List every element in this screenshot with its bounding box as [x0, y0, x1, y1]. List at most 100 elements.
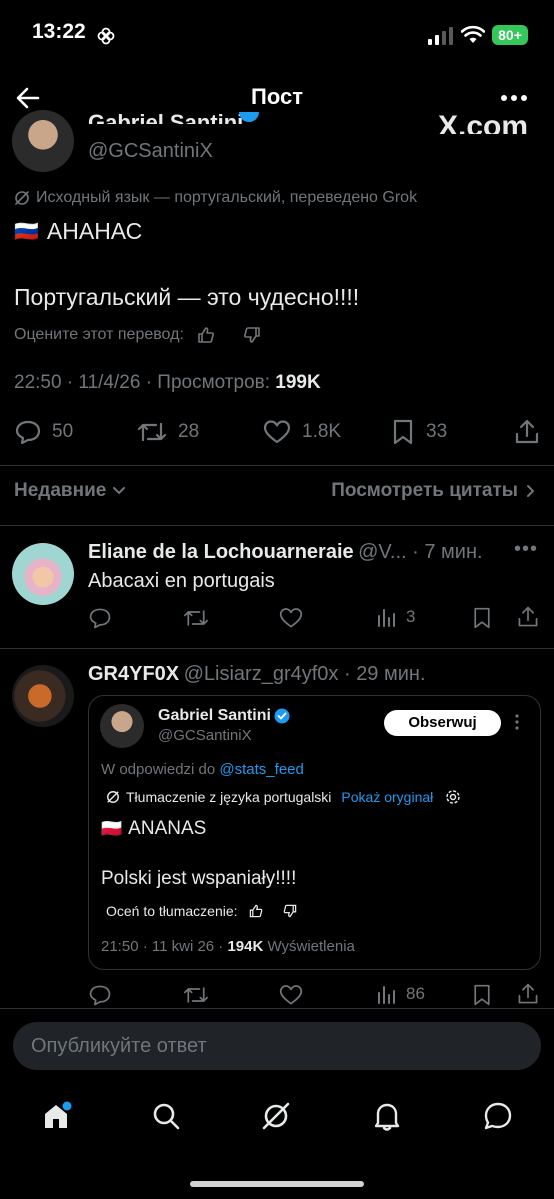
- reply2-bookmark-icon[interactable]: [471, 983, 493, 1007]
- divider: [0, 465, 554, 466]
- reply1-like-icon[interactable]: [278, 606, 304, 630]
- post-views: 199K: [275, 372, 321, 393]
- thumbs-up-icon[interactable]: [248, 903, 264, 919]
- reply1-meta: @V... · 7 мин.: [358, 541, 483, 563]
- bell-icon: [372, 1100, 402, 1132]
- quote-more-icon[interactable]: [515, 713, 519, 731]
- quote-rate-translation: Oceń to tłumaczenie:: [106, 903, 298, 919]
- grok-icon: [14, 190, 30, 206]
- quote-word: ANANAS: [128, 818, 207, 839]
- reply-icon: [14, 418, 42, 446]
- status-time: 13:22: [32, 20, 86, 43]
- sort-label: Недавние: [14, 480, 107, 501]
- bookmark-button[interactable]: 33: [390, 418, 447, 446]
- reply2-avatar[interactable]: [12, 665, 74, 727]
- like-button[interactable]: 1.8K: [262, 418, 341, 446]
- poland-flag: 🇵🇱: [101, 819, 123, 838]
- home-tab[interactable]: [36, 1096, 76, 1136]
- chevron-down-icon: [112, 486, 126, 496]
- thumbs-down-icon[interactable]: [282, 903, 298, 919]
- divider: [0, 648, 554, 649]
- quote-text-line1: 🇵🇱 ANANAS: [101, 818, 206, 840]
- quote-text-line2: Polski jest wspaniały!!!!: [101, 868, 297, 889]
- russia-flag: 🇷🇺: [14, 221, 39, 243]
- post-text-line2: Португальский — это чудесно!!!!: [14, 284, 360, 310]
- messages-tab[interactable]: [478, 1096, 518, 1136]
- reply-button[interactable]: 50: [14, 418, 73, 446]
- chat-bubble-icon: [482, 1100, 514, 1132]
- reply2-share-icon[interactable]: [516, 982, 540, 1006]
- post-meta: 22:50 · 11/4/26 · Просмотров: 199K: [14, 372, 321, 394]
- view-quotes-link[interactable]: Посмотреть цитаты: [331, 480, 536, 502]
- like-count: 1.8K: [302, 421, 342, 442]
- reply1-share-icon[interactable]: [516, 605, 540, 629]
- author-avatar[interactable]: [12, 110, 74, 172]
- watermark-logo: X.com: [438, 110, 529, 134]
- quote-author-name[interactable]: Gabriel Santini: [158, 707, 271, 725]
- search-tab[interactable]: [146, 1096, 186, 1136]
- repost-count: 28: [178, 421, 200, 442]
- reply2-header: GR4YF0X @Lisiarz_gr4yf0x · 29 мин.: [88, 663, 508, 686]
- heart-icon: [262, 418, 292, 446]
- reply1-header: Eliane de la Lochouarneraie @V... · 7 ми…: [88, 541, 508, 564]
- thumbs-up-icon[interactable]: [196, 325, 216, 345]
- reply1-views-count: 3: [406, 607, 416, 626]
- quote-author-handle[interactable]: @GCSantiniX: [158, 727, 252, 744]
- reply2-meta: @Lisiarz_gr4yf0x · 29 мин.: [183, 663, 426, 685]
- view-quotes-label: Посмотреть цитаты: [331, 480, 518, 501]
- rate-translation: Оцените этот перевод:: [14, 325, 262, 345]
- quote-translation-row: Tłumaczenie z języka portugalski Pokaż o…: [106, 789, 461, 805]
- reply1-more-icon[interactable]: •••: [514, 538, 538, 561]
- quote-rate-label: Oceń to tłumaczenie:: [106, 903, 238, 919]
- repost-button[interactable]: 28: [136, 418, 199, 446]
- rate-translation-label: Оцените этот перевод:: [14, 326, 184, 343]
- page-title: Пост: [251, 84, 303, 109]
- settings-gear-icon[interactable]: [445, 789, 461, 805]
- reply1-views[interactable]: 3: [376, 606, 415, 628]
- reply2-views[interactable]: 86: [376, 983, 425, 1005]
- quote-translation-text: Tłumaczenie z języka portugalski: [126, 789, 332, 805]
- quote-author-avatar[interactable]: [100, 704, 144, 748]
- author-name[interactable]: Gabriel Santini: [88, 110, 243, 124]
- reply2-reply-icon[interactable]: [88, 983, 112, 1007]
- grok-tab[interactable]: [256, 1096, 296, 1136]
- quote-views-suffix: Wyświetlenia: [263, 938, 355, 955]
- bookmark-icon: [390, 418, 416, 446]
- reply1-repost-icon[interactable]: [182, 606, 210, 630]
- sort-dropdown[interactable]: Недавние: [14, 480, 126, 502]
- show-original-link[interactable]: Pokaż oryginał: [341, 789, 433, 805]
- focus-icon: [96, 26, 116, 46]
- bookmark-count: 33: [426, 421, 448, 442]
- reply-to-handle-link[interactable]: @stats_feed: [219, 761, 303, 778]
- views-chart-icon: [376, 606, 398, 628]
- share-icon[interactable]: [513, 418, 541, 446]
- wifi-icon: [461, 25, 485, 45]
- reply1-bookmark-icon[interactable]: [471, 606, 493, 630]
- notifications-tab[interactable]: [367, 1096, 407, 1136]
- cellular-signal-icon: [428, 27, 454, 45]
- reply2-views-count: 86: [406, 984, 425, 1003]
- battery-indicator: 80+: [492, 25, 528, 45]
- reply2-author-name[interactable]: GR4YF0X: [88, 663, 179, 685]
- reply1-avatar[interactable]: [12, 543, 74, 605]
- post-timestamp: 22:50 · 11/4/26 · Просмотров:: [14, 372, 276, 393]
- quote-meta: 21:50 · 11 kwi 26 · 194K Wyświetlenia: [101, 938, 355, 955]
- views-chart-icon: [376, 983, 398, 1005]
- reply-count: 50: [52, 421, 74, 442]
- reply-to-prefix: W odpowiedzi do: [101, 761, 220, 778]
- reply-input[interactable]: Опубликуйте ответ: [13, 1022, 541, 1070]
- translation-note-text: Исходный язык — португальский, переведен…: [36, 189, 418, 206]
- follow-button[interactable]: Obserwuj: [384, 710, 501, 736]
- grok-icon: [260, 1100, 292, 1132]
- reply1-author-name[interactable]: Eliane de la Lochouarneraie: [88, 541, 354, 563]
- more-options-icon[interactable]: [500, 94, 528, 102]
- reply2-like-icon[interactable]: [278, 983, 304, 1007]
- author-handle[interactable]: @GCSantiniX: [88, 140, 213, 163]
- repost-icon: [136, 418, 168, 446]
- reply1-reply-icon[interactable]: [88, 606, 112, 630]
- home-indicator: [190, 1181, 364, 1187]
- verified-badge-icon: [274, 708, 290, 724]
- thumbs-down-icon[interactable]: [242, 325, 262, 345]
- search-icon: [151, 1101, 181, 1131]
- reply2-repost-icon[interactable]: [182, 983, 210, 1007]
